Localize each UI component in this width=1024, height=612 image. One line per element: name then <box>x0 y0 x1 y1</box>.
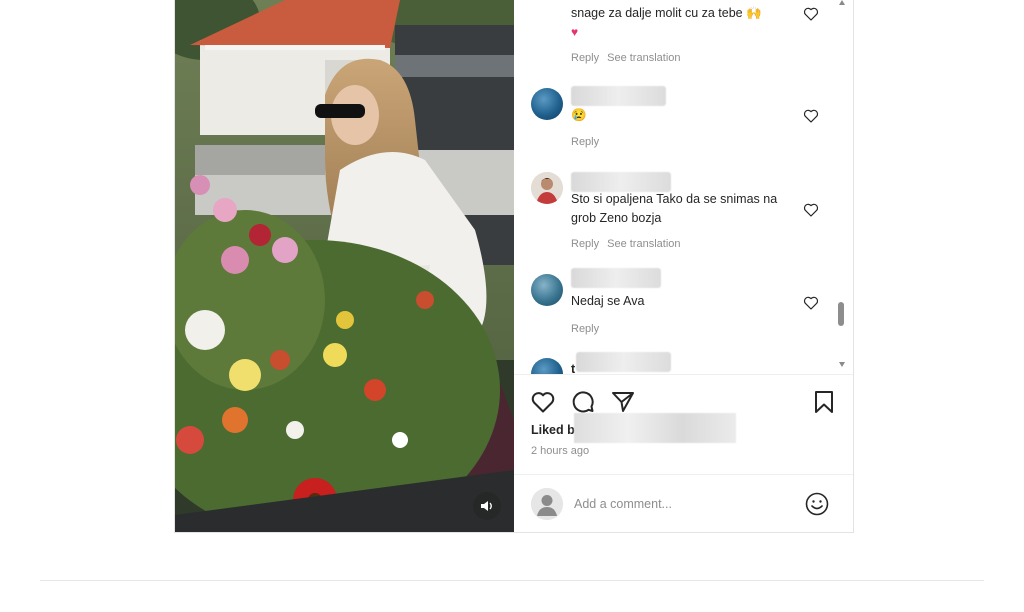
avatar[interactable] <box>531 88 563 120</box>
default-user-icon <box>531 488 563 520</box>
comment-like-heart-icon[interactable] <box>803 6 819 22</box>
post-sidebar: snage za dalje molit cu za tebe 🙌 ♥ Repl… <box>514 0 853 532</box>
username-redacted <box>571 86 666 106</box>
comment-like-heart-icon[interactable] <box>803 108 819 124</box>
paper-plane-icon[interactable] <box>610 389 636 415</box>
avatar[interactable] <box>531 274 563 306</box>
username-redacted <box>571 172 671 192</box>
avatar[interactable] <box>531 172 563 204</box>
heart-outline-icon[interactable] <box>530 389 556 415</box>
username-redacted <box>571 268 661 288</box>
liked-by-text[interactable]: Liked b <box>531 423 575 437</box>
current-user-avatar <box>531 488 563 520</box>
see-translation-link[interactable]: See translation <box>607 238 680 250</box>
reply-link[interactable]: Reply <box>571 136 599 148</box>
reply-link[interactable]: Reply <box>571 323 599 335</box>
comment-meta: Reply <box>571 323 599 335</box>
person-photo <box>531 172 563 204</box>
heart-emoji: ♥ <box>571 25 579 39</box>
comment-text: 😢 <box>571 108 587 122</box>
comment-text: Sto si opaljena Tako da se snimas na gro… <box>571 192 778 225</box>
avatar[interactable] <box>531 358 563 374</box>
comment-meta: Reply <box>571 136 599 148</box>
mute-button[interactable] <box>473 492 501 520</box>
video-frame <box>175 0 514 532</box>
comment-input[interactable] <box>574 494 794 514</box>
comment-bubble-icon[interactable] <box>570 389 596 415</box>
username-redacted <box>576 352 671 372</box>
scroll-up-arrow-icon[interactable] <box>839 0 845 5</box>
instagram-post: snage za dalje molit cu za tebe 🙌 ♥ Repl… <box>174 0 854 533</box>
comment-like-heart-icon[interactable] <box>803 295 819 311</box>
reply-link[interactable]: Reply <box>571 238 599 250</box>
liked-by-redacted <box>574 413 736 443</box>
comment-text: Nedaj se Ava <box>571 294 645 308</box>
scroll-thumb[interactable] <box>838 302 844 326</box>
comment-meta: Reply See translation <box>571 238 681 250</box>
see-translation-link[interactable]: See translation <box>607 52 680 64</box>
comment-meta: Reply See translation <box>571 52 681 64</box>
add-comment-bar <box>514 474 853 532</box>
comment-like-heart-icon[interactable] <box>803 202 819 218</box>
post-video[interactable] <box>175 0 514 532</box>
comment-text: snage za dalje molit cu za tebe 🙌 ♥ <box>571 6 762 39</box>
bookmark-icon[interactable] <box>811 389 837 415</box>
post-timestamp[interactable]: 2 hours ago <box>531 445 589 457</box>
scroll-down-arrow-icon[interactable] <box>839 362 845 367</box>
post-actions: Liked b 2 hours ago <box>514 374 853 475</box>
comments-list[interactable]: snage za dalje molit cu za tebe 🙌 ♥ Repl… <box>514 0 853 374</box>
smiley-face-icon[interactable] <box>804 491 830 517</box>
reply-link[interactable]: Reply <box>571 52 599 64</box>
comments-scrollbar[interactable] <box>837 0 847 374</box>
speaker-icon <box>481 501 492 511</box>
page-divider <box>40 580 984 581</box>
